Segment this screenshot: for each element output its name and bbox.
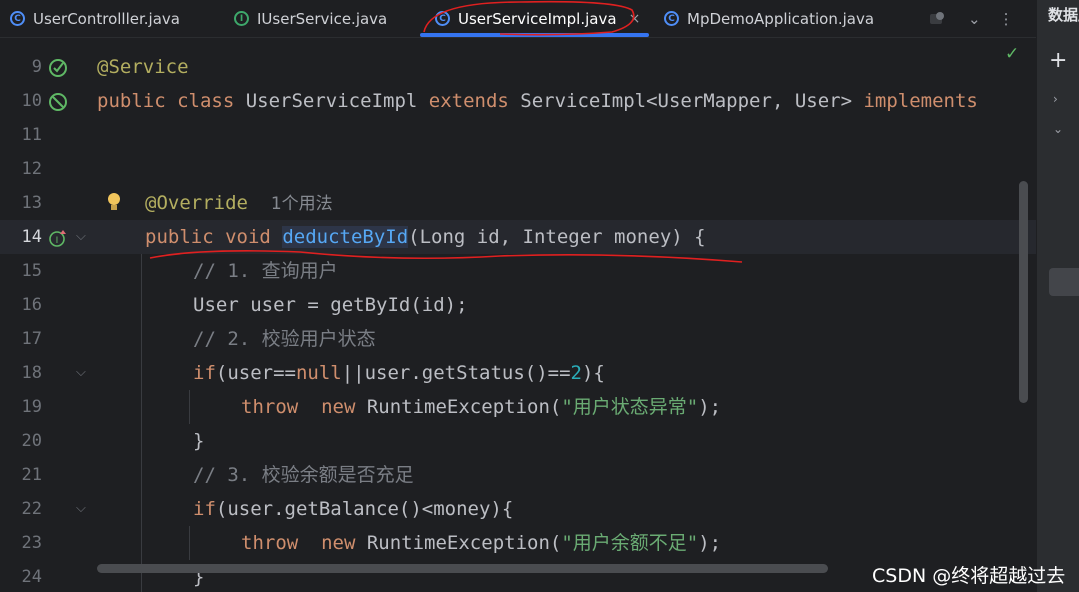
watermark: CSDN @终将超越过去 <box>872 565 1066 587</box>
tab-circle-annotation <box>423 0 635 36</box>
method-underline-annotation <box>149 250 743 263</box>
red-annotation-overlay <box>149 0 743 263</box>
